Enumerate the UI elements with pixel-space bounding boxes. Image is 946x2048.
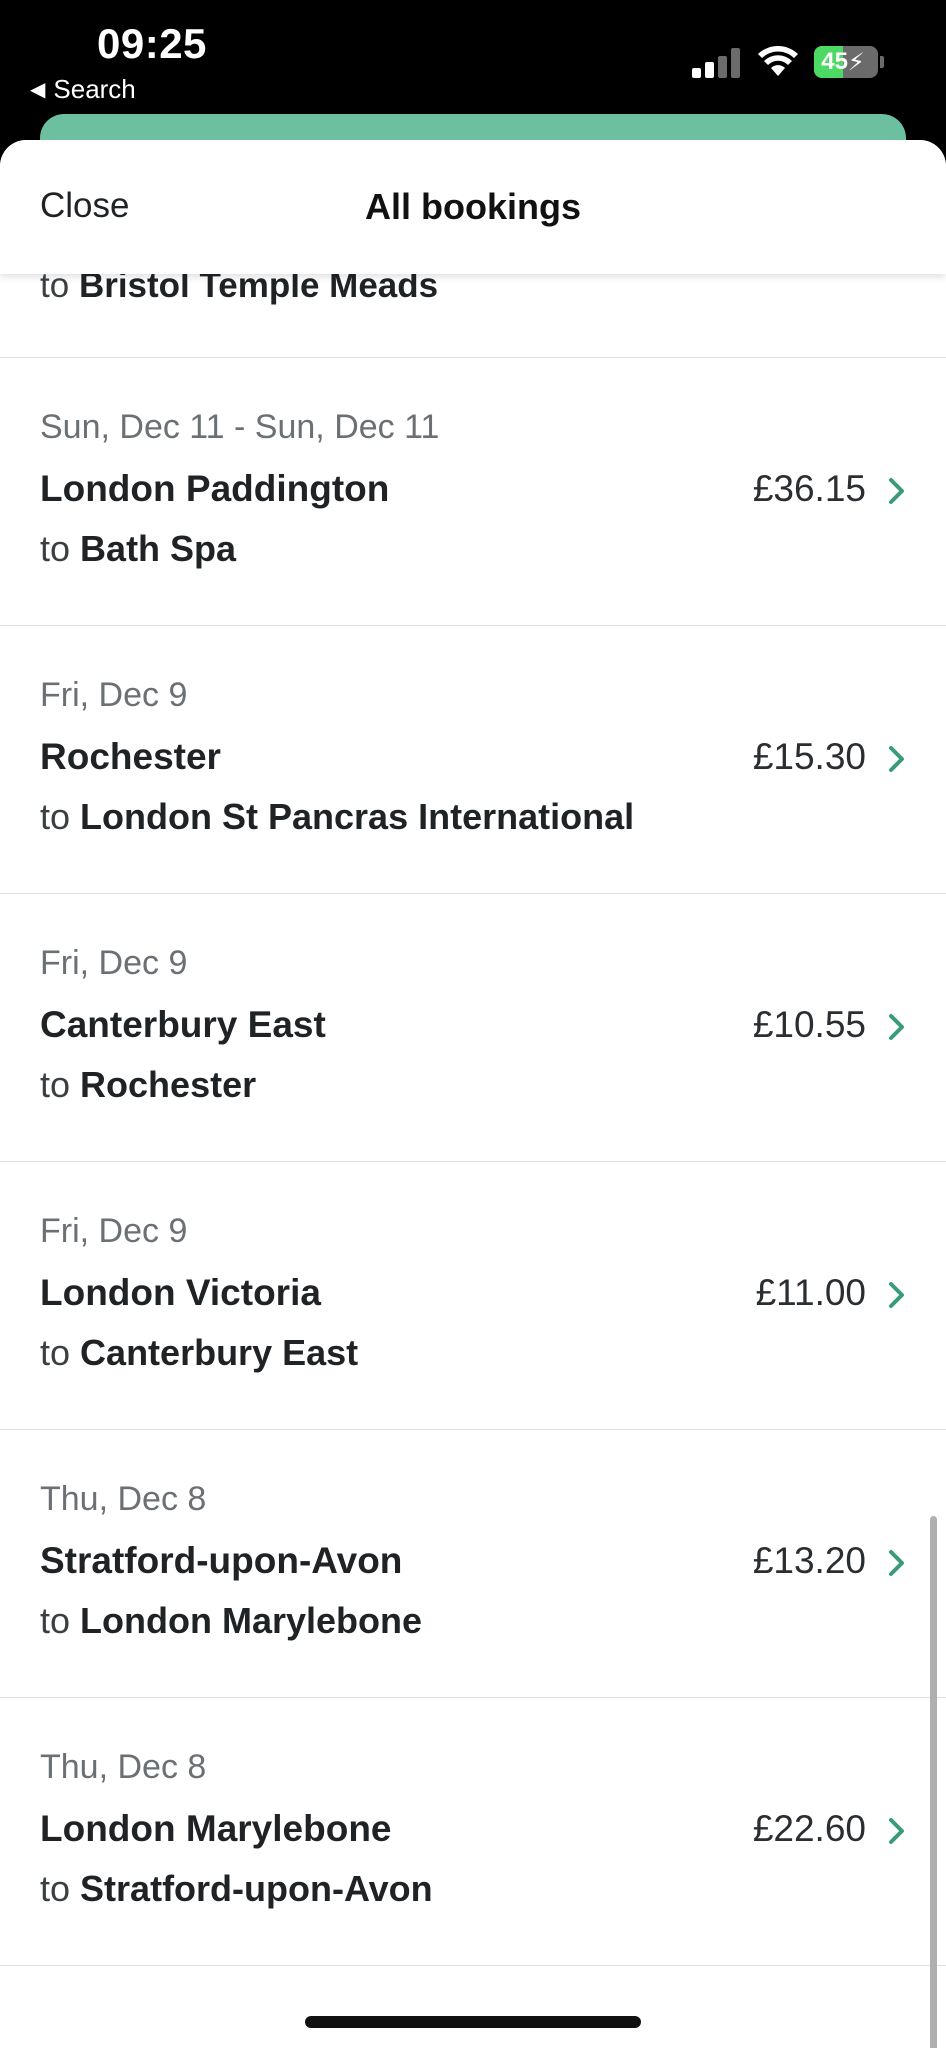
charging-bolt-icon: ⚡ [847, 48, 865, 76]
booking-date: Thu, Dec 8 [40, 1480, 207, 1518]
back-arrow-icon: ◀ [30, 79, 46, 101]
booking-row[interactable]: Thu, Dec 8 Stratford-upon-Avon to London… [0, 1430, 946, 1698]
booking-origin: Rochester [40, 736, 221, 777]
cellular-signal-icon [692, 48, 740, 78]
booking-price: £10.55 [752, 1004, 866, 1045]
chevron-right-icon [889, 478, 904, 504]
booking-origin: Canterbury East [40, 1004, 326, 1045]
chevron-right-icon [889, 1550, 904, 1576]
booking-destination: to London St Pancras International [40, 796, 635, 837]
booking-price: £13.20 [752, 1540, 866, 1581]
chevron-right-icon [889, 746, 904, 772]
booking-date: Thu, Dec 8 [40, 1748, 207, 1786]
booking-origin: London Marylebone [40, 1808, 392, 1849]
booking-origin: London Paddington [40, 468, 390, 509]
booking-price: £15.30 [752, 736, 866, 777]
battery-cap [880, 56, 884, 68]
booking-row[interactable]: Fri, Dec 9 Canterbury East to Rochester … [0, 894, 946, 1162]
booking-price: £11.00 [755, 1272, 866, 1313]
booking-row[interactable]: Thu, Dec 8 London Marylebone to Stratfor… [0, 1698, 946, 1966]
bookings-sheet: Close All bookings to Bristol Temple Mea… [0, 140, 946, 2048]
scroll-indicator[interactable] [930, 1516, 937, 2048]
sheet-header: Close All bookings [0, 140, 946, 274]
booking-row-partial[interactable]: to Bristol Temple Meads [0, 274, 946, 358]
back-to-search-link[interactable]: ◀ Search [30, 74, 136, 105]
status-bar: 09:25 ◀ Search 45 ⚡ [0, 0, 946, 120]
booking-row[interactable]: Fri, Dec 9 London Victoria to Canterbury… [0, 1162, 946, 1430]
booking-destination: to London Marylebone [40, 1600, 423, 1641]
chevron-right-icon [889, 1818, 904, 1844]
booking-destination: to Bristol Temple Meads [40, 274, 439, 305]
booking-row[interactable]: Fri, Dec 9 Rochester to London St Pancra… [0, 626, 946, 894]
wifi-icon [758, 46, 798, 76]
booking-row[interactable]: Sun, Dec 11 - Sun, Dec 11 London Padding… [0, 358, 946, 626]
booking-destination: to Bath Spa [40, 528, 237, 569]
status-time: 09:25 [97, 20, 207, 67]
page-title: All bookings [365, 186, 581, 227]
booking-origin: Stratford-upon-Avon [40, 1540, 403, 1581]
booking-origin: London Victoria [40, 1272, 321, 1313]
booking-destination: to Canterbury East [40, 1332, 359, 1373]
chevron-right-icon [889, 1014, 904, 1040]
booking-price: £36.15 [752, 468, 866, 509]
booking-price: £22.60 [752, 1808, 866, 1849]
home-indicator[interactable] [305, 2016, 641, 2028]
back-label: Search [53, 74, 136, 104]
booking-destination: to Rochester [40, 1064, 257, 1105]
booking-date: Fri, Dec 9 [40, 1212, 188, 1250]
booking-date: Sun, Dec 11 - Sun, Dec 11 [40, 408, 440, 446]
battery-charging-icon: 45 ⚡ [814, 46, 878, 78]
booking-date: Fri, Dec 9 [40, 676, 188, 714]
bookings-list: to Bristol Temple Meads Sun, Dec 11 - Su… [0, 274, 946, 1966]
booking-date: Fri, Dec 9 [40, 944, 188, 982]
booking-destination: to Stratford-upon-Avon [40, 1868, 433, 1909]
battery-level: 45 [821, 48, 848, 75]
chevron-right-icon [889, 1282, 904, 1308]
